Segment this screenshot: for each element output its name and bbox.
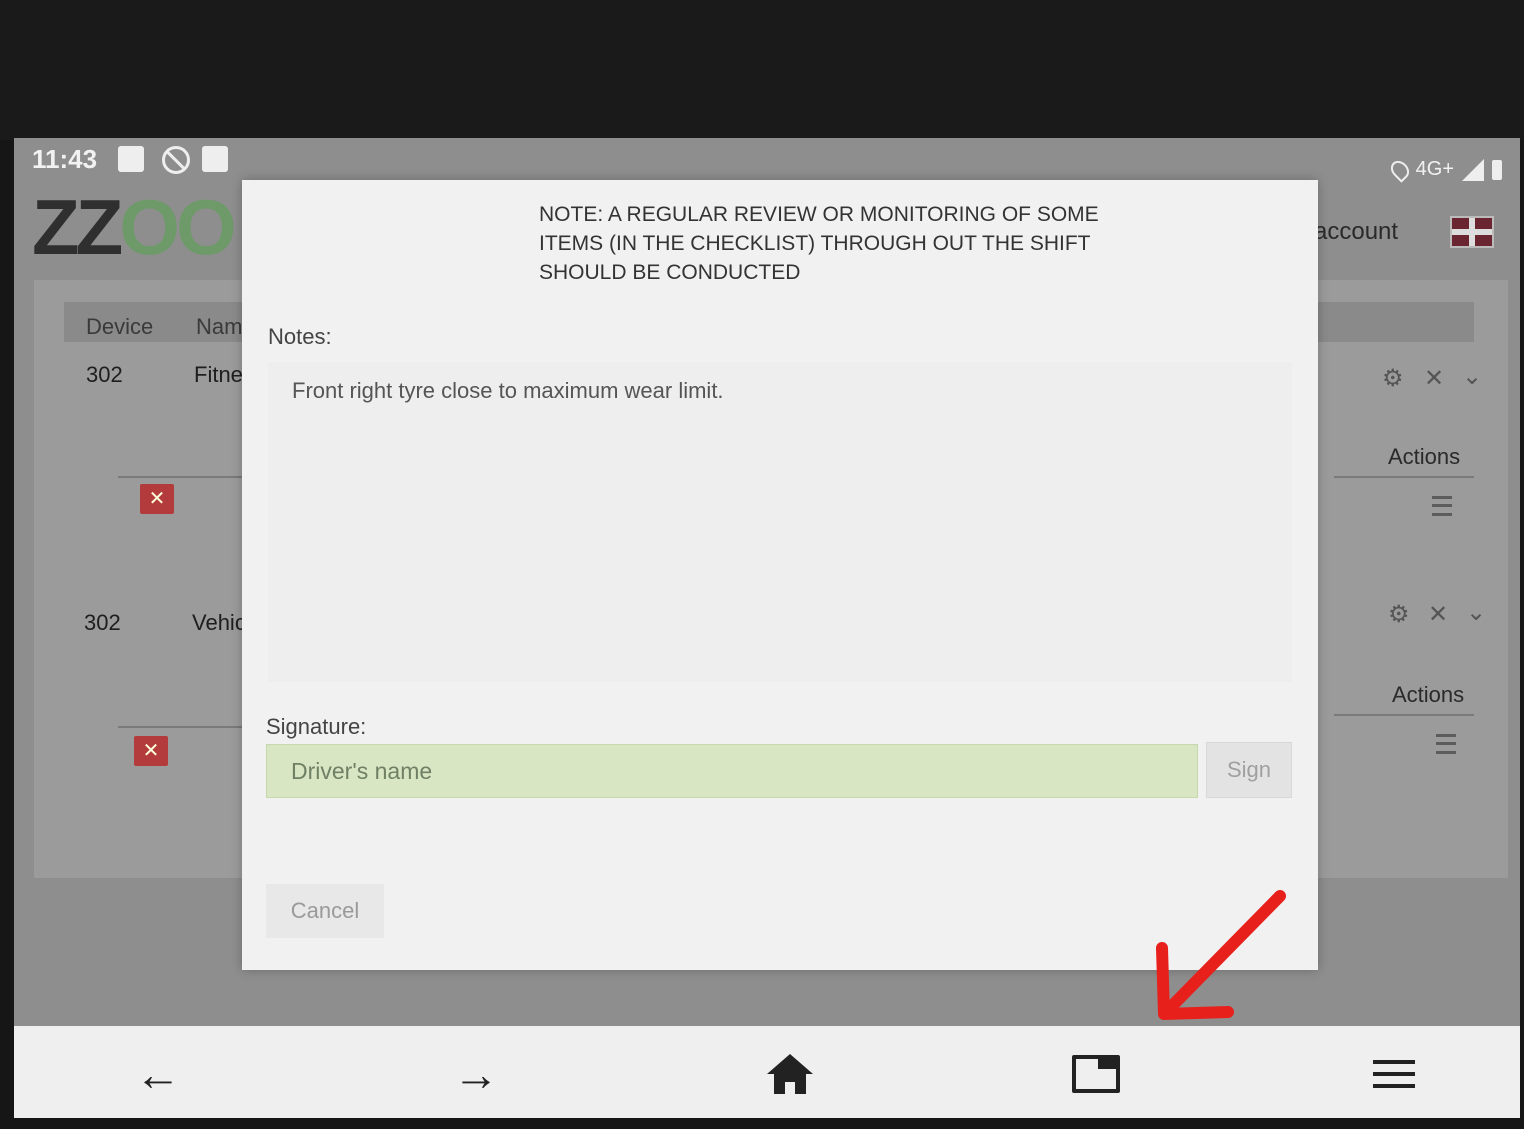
annotation-arrow-icon [1156, 890, 1286, 1020]
home-icon [767, 1054, 813, 1094]
close-icon[interactable]: ✕ [1428, 600, 1448, 629]
hamburger-icon [1373, 1060, 1415, 1088]
browser-nav-bar: ← → [14, 1026, 1520, 1118]
column-header-device[interactable]: Device [86, 314, 153, 340]
sign-button[interactable]: Sign [1206, 742, 1292, 798]
home-button[interactable] [750, 1034, 830, 1114]
driver-name-input[interactable] [266, 744, 1198, 798]
row-divider [1334, 714, 1474, 716]
tabs-button[interactable] [1056, 1034, 1136, 1114]
location-pin-icon [1386, 156, 1413, 183]
signal-icon [1462, 158, 1484, 181]
device-bezel [0, 0, 1524, 140]
delete-button[interactable]: ✕ [134, 736, 168, 766]
actions-label: Actions [1392, 682, 1465, 707]
chevron-down-icon[interactable]: ⌄ [1466, 598, 1486, 627]
signature-dialog: NOTE: A REGULAR REVIEW OR MONITORING OF … [242, 180, 1318, 970]
close-icon[interactable]: ✕ [1424, 364, 1444, 393]
battery-icon [1492, 159, 1502, 180]
forward-arrow-icon: → [453, 1048, 499, 1100]
back-arrow-icon: ← [135, 1048, 181, 1100]
status-time: 11:43 [32, 144, 98, 174]
chevron-down-icon[interactable]: ⌄ [1462, 362, 1482, 391]
logo-text: ZZ [32, 183, 123, 271]
app-logo[interactable]: ZZOO [32, 182, 237, 273]
row-device: 302 [84, 610, 121, 635]
gear-icon[interactable]: ⚙ [1388, 600, 1410, 629]
do-not-disturb-icon [162, 146, 190, 174]
gear-icon[interactable]: ⚙ [1382, 364, 1404, 393]
menu-icon[interactable] [1432, 496, 1452, 516]
tabs-icon [1072, 1055, 1120, 1093]
notification-icon [118, 146, 144, 172]
status-bar: 11:43 4G+ [14, 138, 1520, 183]
network-type: 4G+ [1415, 158, 1454, 180]
signature-label: Signature: [266, 714, 367, 739]
actions-label: Actions [1388, 444, 1461, 469]
row-device: 302 [86, 362, 123, 387]
notification-icon [202, 146, 228, 172]
forward-button[interactable]: → [436, 1034, 516, 1114]
status-indicators: 4G+ [1386, 156, 1502, 183]
delete-button[interactable]: ✕ [140, 484, 174, 514]
row-divider [1334, 476, 1474, 478]
flag-uk-icon[interactable] [1450, 216, 1494, 248]
account-link[interactable]: account [1314, 218, 1398, 246]
back-button[interactable]: ← [118, 1034, 198, 1114]
menu-button[interactable] [1354, 1034, 1434, 1114]
cancel-button[interactable]: Cancel [266, 884, 384, 938]
menu-icon[interactable] [1436, 734, 1456, 754]
logo-text-accent: OO [119, 183, 236, 271]
checklist-note: NOTE: A REGULAR REVIEW OR MONITORING OF … [539, 203, 1099, 284]
notes-label: Notes: [268, 324, 332, 349]
notes-textarea[interactable]: Front right tyre close to maximum wear l… [268, 362, 1292, 682]
